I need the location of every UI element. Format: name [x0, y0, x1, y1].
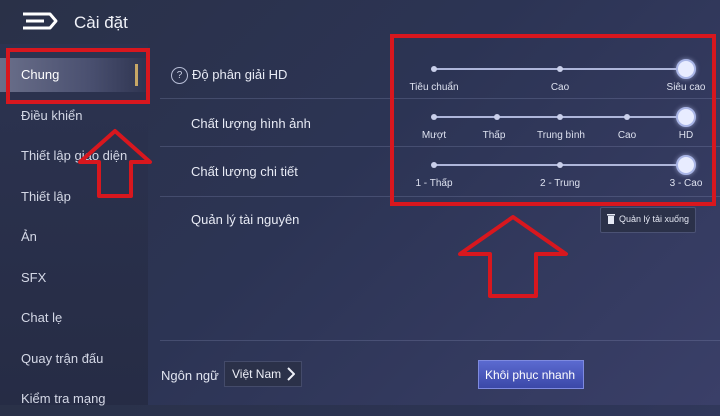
chevron-right-icon [287, 367, 295, 381]
sidebar-item-label: Thiết lập [21, 189, 71, 204]
resource-management-label: Quản lý tài nguyên [191, 212, 300, 227]
sidebar-item-label: SFX [21, 270, 47, 285]
hd-resolution-label: Độ phân giải HD [192, 67, 288, 82]
annotation-box-general [6, 48, 150, 104]
divider [160, 340, 720, 341]
sidebar-item-sfx[interactable]: SFX [0, 261, 148, 295]
sidebar-item-sound[interactable]: Ản [0, 220, 148, 254]
sidebar-item-replay[interactable]: Quay trận đấu [0, 342, 148, 376]
sidebar-item-quick-chat[interactable]: Chat lẹ [0, 301, 148, 335]
detail-quality-label: Chất lượng chi tiết [191, 164, 298, 179]
page-title: Cài đặt [74, 13, 128, 32]
sidebar-item-label: Ản [21, 229, 37, 244]
download-management-label: Quản lý tải xuống [619, 214, 690, 224]
trash-icon [607, 214, 615, 224]
sidebar-item-label: Điều khiển [21, 108, 83, 123]
annotation-arrow-up [458, 215, 568, 298]
sidebar-item-label: Chat lẹ [21, 310, 63, 325]
sidebar-item-label: Quay trận đấu [21, 351, 104, 366]
download-management-button[interactable]: Quản lý tải xuống [600, 207, 696, 233]
back-arrow-icon[interactable] [20, 10, 58, 32]
sidebar-item-label: Kiểm tra mạng [21, 391, 106, 406]
image-quality-label: Chất lượng hình ảnh [191, 116, 311, 131]
annotation-arrow-up [78, 129, 152, 198]
quick-restore-label: Khôi phục nhanh [485, 368, 576, 382]
annotation-box-sliders [390, 34, 716, 206]
language-label: Ngôn ngữ [161, 368, 219, 383]
language-select[interactable]: Việt Nam [224, 361, 302, 387]
help-icon[interactable]: ? [171, 67, 188, 84]
language-value: Việt Nam [232, 367, 282, 381]
sidebar-item-network-test[interactable]: Kiểm tra mạng [0, 382, 148, 416]
quick-restore-button[interactable]: Khôi phục nhanh [478, 360, 584, 389]
